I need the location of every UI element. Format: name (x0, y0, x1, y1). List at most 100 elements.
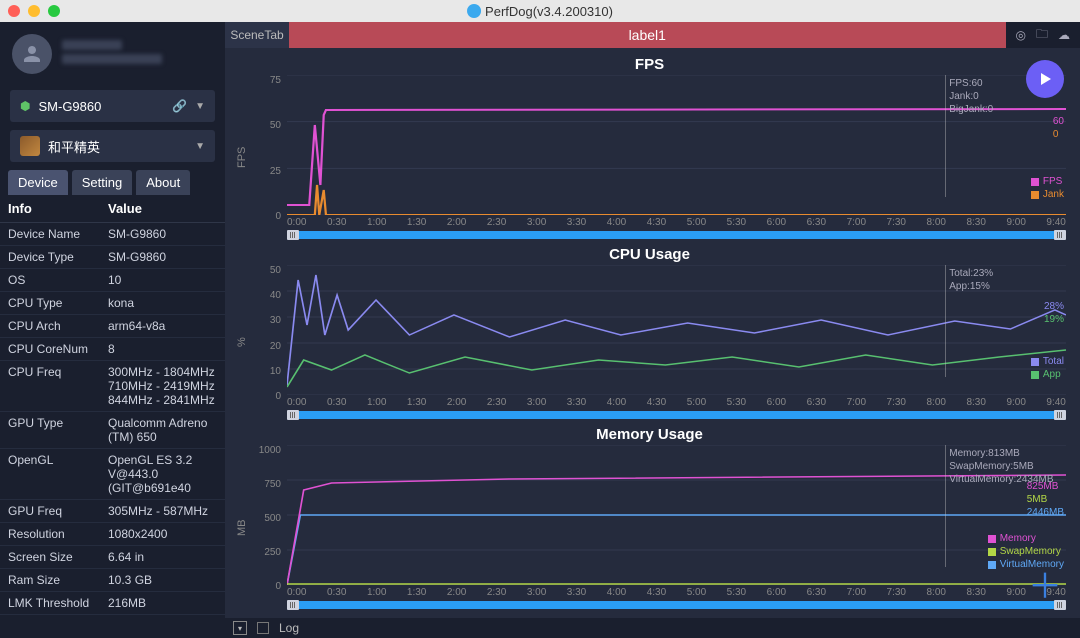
link-icon: 🔗 (172, 99, 187, 113)
y-ticks: 50403020100 (251, 265, 285, 402)
play-button[interactable] (1026, 60, 1064, 98)
info-key: GPU Type (8, 416, 108, 444)
info-row: GPU Freq305MHz - 587MHz (0, 500, 225, 523)
info-row: OpenGLOpenGL ES 3.2 V@443.0 (GIT@b691e40 (0, 449, 225, 500)
scrub-handle-left[interactable] (287, 410, 299, 420)
info-row: Resolution1080x2400 (0, 523, 225, 546)
bottombar: ▾ Log (225, 618, 1080, 638)
info-key: LMK Threshold (8, 596, 108, 610)
time-marker[interactable] (945, 445, 946, 567)
chart-title: CPU Usage (233, 246, 1066, 263)
cloud-icon[interactable]: ☁ (1058, 28, 1070, 42)
info-value: OpenGL ES 3.2 V@443.0 (GIT@b691e40 (108, 453, 217, 495)
info-value: 6.64 in (108, 550, 217, 564)
info-key: OS (8, 273, 108, 287)
scrub-handle-left[interactable] (287, 230, 299, 240)
info-header-key: Info (8, 201, 108, 216)
main-panel: SceneTab label1 ◎ 🗀 ☁ ＋ FPSFPS7550250FPS… (225, 22, 1080, 638)
info-row: OS10 (0, 269, 225, 292)
android-icon: ⬢ (20, 99, 30, 113)
y-axis-label: % (233, 265, 251, 420)
info-key: OpenGL (8, 453, 108, 495)
info-header-value: Value (108, 201, 142, 216)
toggle-panel-icon[interactable]: ▾ (233, 621, 247, 635)
tab-about[interactable]: About (136, 170, 190, 195)
time-marker[interactable] (945, 75, 946, 197)
scrub-handle-left[interactable] (287, 600, 299, 610)
charts-area: ＋ FPSFPS7550250FPS:60 Jank:0 BigJank:060… (225, 48, 1080, 618)
app-select[interactable]: 和平精英 ▼ (10, 130, 215, 162)
info-value: 10 (108, 273, 217, 287)
info-key: CPU Type (8, 296, 108, 310)
info-value: 1080x2400 (108, 527, 217, 541)
device-select[interactable]: ⬢ SM-G9860 🔗 ▼ (10, 90, 215, 122)
profile-section (0, 22, 225, 86)
legend: TotalApp (1031, 355, 1064, 381)
info-key: Device Name (8, 227, 108, 241)
info-row: CPU Freq300MHz - 1804MHz 710MHz - 2419MH… (0, 361, 225, 412)
log-checkbox[interactable] (257, 622, 269, 634)
scrub-track[interactable] (299, 601, 1054, 609)
current-values: 28%19% (1044, 300, 1064, 326)
x-ticks: 0:000:301:001:302:002:303:003:304:004:30… (287, 587, 1066, 598)
x-ticks: 0:000:301:001:302:002:303:003:304:004:30… (287, 397, 1066, 408)
maximize-button[interactable] (48, 5, 60, 17)
info-row: Screen Size6.64 in (0, 546, 225, 569)
current-values: 600 (1053, 115, 1064, 141)
tab-setting[interactable]: Setting (72, 170, 132, 195)
avatar[interactable] (12, 34, 52, 74)
plot-area[interactable]: Memory:813MB SwapMemory:5MB VirtualMemor… (287, 445, 1066, 585)
app-name: 和平精英 (48, 137, 187, 156)
info-value: 216MB (108, 596, 217, 610)
info-key: CPU Arch (8, 319, 108, 333)
info-row: CPU Archarm64-v8a (0, 315, 225, 338)
info-value: arm64-v8a (108, 319, 217, 333)
scrub-handle-right[interactable] (1054, 410, 1066, 420)
chart-memory-usage: Memory Usage MB10007505002500Memory:813MB… (233, 426, 1066, 610)
x-ticks: 0:000:301:001:302:002:303:003:304:004:30… (287, 217, 1066, 228)
plot-area[interactable]: Total:23% App:15%28%19%TotalApp (287, 265, 1066, 395)
titlebar: PerfDog(v3.4.200310) (0, 0, 1080, 22)
window-title: PerfDog(v3.4.200310) (485, 4, 613, 19)
info-key: CPU Freq (8, 365, 108, 407)
y-axis-label: MB (233, 445, 251, 610)
info-value: Qualcomm Adreno (TM) 650 (108, 416, 217, 444)
info-value: 300MHz - 1804MHz 710MHz - 2419MHz 844MHz… (108, 365, 217, 407)
plot-area[interactable]: FPS:60 Jank:0 BigJank:0 600 FPSJank (287, 75, 1066, 215)
scenetab-button[interactable]: SceneTab (225, 22, 289, 48)
minimize-button[interactable] (28, 5, 40, 17)
scrub-track[interactable] (299, 231, 1054, 239)
device-name: SM-G9860 (38, 99, 164, 114)
close-button[interactable] (8, 5, 20, 17)
y-axis-label: FPS (233, 75, 251, 240)
info-key: CPU CoreNum (8, 342, 108, 356)
info-key: Screen Size (8, 550, 108, 564)
profile-name-masked (62, 40, 122, 50)
folder-icon[interactable]: 🗀 (1036, 25, 1048, 46)
chevron-down-icon: ▼ (195, 101, 205, 112)
add-chart-button[interactable]: ＋ (1026, 564, 1064, 602)
time-scrubber[interactable] (287, 600, 1066, 610)
info-value: 10.3 GB (108, 573, 217, 587)
info-key: GPU Freq (8, 504, 108, 518)
topbar: SceneTab label1 ◎ 🗀 ☁ (225, 22, 1080, 48)
info-row: Device NameSM-G9860 (0, 223, 225, 246)
tab-device[interactable]: Device (8, 170, 68, 195)
scrub-handle-right[interactable] (1054, 230, 1066, 240)
marker-readout: FPS:60 Jank:0 BigJank:0 (949, 77, 993, 116)
info-value: 305MHz - 587MHz (108, 504, 217, 518)
info-row: CPU Typekona (0, 292, 225, 315)
time-marker[interactable] (945, 265, 946, 377)
info-key: Ram Size (8, 573, 108, 587)
current-values: 825MB5MB2446MB (1027, 480, 1064, 519)
info-value: 8 (108, 342, 217, 356)
legend: FPSJank (1031, 175, 1064, 201)
scene-label[interactable]: label1 (289, 22, 1006, 48)
scrub-track[interactable] (299, 411, 1054, 419)
app-icon-thumb (20, 136, 40, 156)
chart-title: Memory Usage (233, 426, 1066, 443)
time-scrubber[interactable] (287, 410, 1066, 420)
location-icon[interactable]: ◎ (1016, 28, 1026, 42)
time-scrubber[interactable] (287, 230, 1066, 240)
y-ticks: 10007505002500 (251, 445, 285, 592)
